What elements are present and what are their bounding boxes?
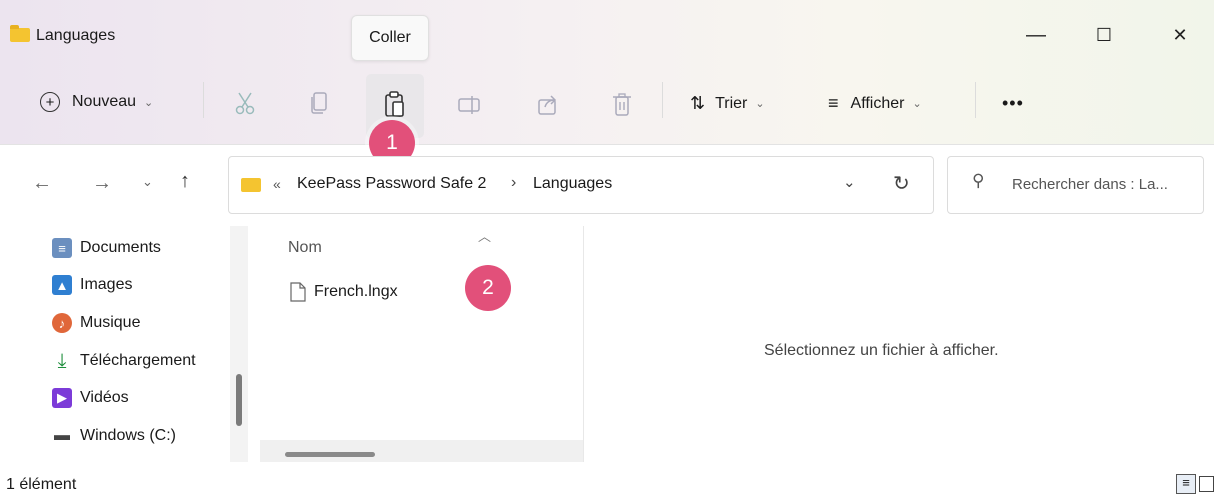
chevron-down-icon: ⌄ <box>755 98 765 110</box>
new-button[interactable]: + Nouveau ⌄ <box>40 92 153 112</box>
sidebar-item-documents[interactable]: ≡ Documents <box>52 238 161 258</box>
new-label: Nouveau <box>72 93 137 110</box>
copy-icon[interactable] <box>304 88 334 118</box>
drive-icon: ▬ <box>54 427 70 444</box>
sidebar-item-music[interactable]: ♪ Musique <box>52 313 140 333</box>
paste-tooltip: Coller <box>351 15 429 61</box>
sort-ascending-icon: ︿ <box>478 229 492 244</box>
details-view-icon[interactable]: ≡ <box>1176 474 1196 494</box>
sidebar-item-downloads[interactable]: ⤓ Téléchargement <box>52 349 196 372</box>
address-overflow[interactable]: « <box>273 176 281 192</box>
view-lines-icon: ≡ <box>828 93 839 113</box>
preview-message: Sélectionnez un fichier à afficher. <box>764 342 999 359</box>
file-list-hscroll-thumb[interactable] <box>285 452 375 457</box>
search-input[interactable]: Rechercher dans : La... <box>1012 176 1168 193</box>
cut-icon[interactable] <box>230 88 260 118</box>
view-button[interactable]: ≡ Afficher ⌄ <box>828 93 922 114</box>
file-list: ︿ Nom French.lngx <box>260 226 584 462</box>
breadcrumb-keepass[interactable]: KeePass Password Safe 2 <box>297 175 486 193</box>
chevron-down-icon: ⌄ <box>912 98 922 110</box>
back-arrow-icon[interactable]: ← <box>32 172 52 195</box>
sidebar-scrollbar[interactable] <box>230 226 248 462</box>
minimize-button[interactable]: — <box>1016 20 1056 50</box>
download-icon: ⤓ <box>57 349 67 372</box>
sort-arrows-icon: ⇅ <box>690 93 706 113</box>
navigation-pane: ≡ Documents ▲ Images ♪ Musique ⤓ Télécha… <box>0 226 250 462</box>
file-name: French.lngx <box>314 283 398 300</box>
share-icon[interactable] <box>533 90 563 120</box>
video-icon: ▶ <box>52 388 72 408</box>
window-title: Languages <box>36 27 116 44</box>
sidebar-item-label: Documents <box>80 239 161 256</box>
recent-chevron-icon[interactable]: ⌄ <box>142 174 153 190</box>
sort-label: Trier <box>715 94 748 112</box>
rename-icon[interactable] <box>455 90 485 120</box>
file-list-hscrollbar[interactable] <box>260 440 583 462</box>
sidebar-item-label: Vidéos <box>80 389 129 406</box>
search-icon: ⚲ <box>972 171 985 190</box>
plus-circle-icon: + <box>40 92 60 112</box>
address-dropdown-icon[interactable]: ⌄ <box>843 173 856 191</box>
folder-icon <box>241 178 261 192</box>
view-label: Afficher <box>850 94 905 112</box>
document-icon: ≡ <box>52 238 72 258</box>
toolbar-divider <box>662 82 663 118</box>
search-box[interactable]: ⚲ Rechercher dans : La... <box>947 156 1204 214</box>
up-arrow-icon[interactable]: ↑ <box>180 170 190 193</box>
maximize-button[interactable]: ☐ <box>1084 20 1124 50</box>
status-count: 1 élément <box>6 476 77 493</box>
delete-icon[interactable] <box>607 90 637 120</box>
address-bar[interactable]: « KeePass Password Safe 2 › Languages ⌄ … <box>228 156 934 214</box>
file-icon <box>290 282 306 302</box>
sidebar-item-images[interactable]: ▲ Images <box>52 275 132 295</box>
forward-arrow-icon[interactable]: → <box>92 172 112 195</box>
breadcrumb-languages[interactable]: Languages <box>533 175 612 193</box>
sidebar-item-label: Téléchargement <box>80 352 196 369</box>
sidebar-item-windows-c[interactable]: ▬ Windows (C:) <box>52 426 176 446</box>
sidebar-item-label: Images <box>80 276 133 293</box>
close-button[interactable]: ✕ <box>1160 20 1200 50</box>
toolbar-divider <box>203 82 204 118</box>
sidebar-item-label: Windows (C:) <box>80 427 177 444</box>
file-item[interactable]: French.lngx <box>290 282 398 302</box>
music-icon: ♪ <box>52 313 72 333</box>
tiles-view-icon[interactable] <box>1199 476 1214 492</box>
chevron-down-icon: ⌄ <box>144 96 154 109</box>
breadcrumb-separator: › <box>511 174 517 191</box>
sidebar-item-label: Musique <box>80 314 141 331</box>
column-header-name[interactable]: Nom <box>288 239 322 257</box>
title-bar: Languages Coller — ☐ ✕ <box>0 0 1214 68</box>
more-options-button[interactable]: ••• <box>1002 93 1024 114</box>
paste-icon <box>385 91 404 117</box>
folder-icon <box>10 25 30 42</box>
refresh-icon[interactable]: ↻ <box>893 171 910 196</box>
sidebar-scroll-thumb[interactable] <box>236 374 242 426</box>
toolbar-divider <box>975 82 976 118</box>
image-icon: ▲ <box>52 275 72 295</box>
sort-button[interactable]: ⇅ Trier ⌄ <box>690 93 765 114</box>
sidebar-item-videos[interactable]: ▶ Vidéos <box>52 388 129 408</box>
